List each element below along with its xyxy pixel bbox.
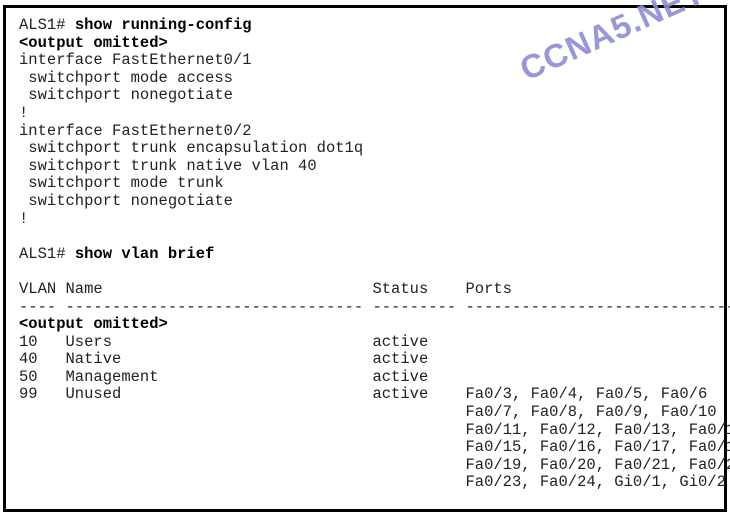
output-text: ---- -------------------------------- --… <box>19 297 730 316</box>
output-text: Fa0/15, Fa0/16, Fa0/17, Fa0/18 <box>19 438 730 457</box>
output-text: ! <box>19 209 29 228</box>
terminal-line: 40 Native active <box>19 350 730 369</box>
terminal-line: Fa0/11, Fa0/12, Fa0/13, Fa0/14 <box>19 420 730 440</box>
output-text: interface FastEthernet0/1 <box>19 51 252 70</box>
output-text: Fa0/23, Fa0/24, Gi0/1, Gi0/2 <box>19 473 726 492</box>
command-text: show running-config <box>74 16 252 34</box>
terminal-line: 50 Management active <box>19 367 730 387</box>
terminal-line: switchport trunk native vlan 40 <box>19 156 730 176</box>
output-text: switchport nonegotiate <box>19 191 233 210</box>
terminal-line: ---- -------------------------------- --… <box>19 297 730 317</box>
terminal-line: switchport mode trunk <box>19 175 730 193</box>
terminal-line: switchport nonegotiate <box>19 87 730 105</box>
terminal-line: switchport trunk encapsulation dot1q <box>19 139 730 158</box>
terminal-line: Fa0/23, Fa0/24, Gi0/1, Gi0/2 <box>19 474 730 492</box>
terminal-line: Fa0/7, Fa0/8, Fa0/9, Fa0/10 <box>19 403 730 422</box>
terminal-line: ! <box>19 103 730 123</box>
output-text: Fa0/19, Fa0/20, Fa0/21, Fa0/22 <box>19 455 730 474</box>
output-text: switchport nonegotiate <box>19 86 233 105</box>
output-text: switchport mode access <box>19 68 233 87</box>
output-text: Fa0/7, Fa0/8, Fa0/9, Fa0/10 <box>19 403 717 422</box>
output-text: VLAN Name Status Ports <box>19 279 512 298</box>
output-text: ! <box>19 103 29 122</box>
terminal-line: 99 Unused active Fa0/3, Fa0/4, Fa0/5, Fa… <box>19 386 730 404</box>
terminal-line: VLAN Name Status Ports <box>19 279 730 299</box>
output-text: 40 Native active <box>19 350 429 369</box>
output-text: ALS1# <box>19 16 75 34</box>
terminal-line: interface FastEthernet0/2 <box>19 121 730 141</box>
output-text: 10 Users active <box>19 332 429 351</box>
command-text: <output omitted> <box>19 315 168 334</box>
terminal-line: switchport mode access <box>19 68 730 88</box>
terminal-line: switchport nonegotiate <box>19 191 730 211</box>
terminal-line: ! <box>19 209 730 229</box>
terminal-output: ALS1# show running-config <output omitted… <box>19 16 730 492</box>
terminal-output-frame: ALS1# show running-config <output omitted… <box>3 5 730 512</box>
command-text: <output omitted> <box>19 33 168 52</box>
output-text: switchport trunk encapsulation dot1q <box>19 139 364 158</box>
output-text: switchport mode trunk <box>19 174 224 193</box>
command-text: show vlan brief <box>74 244 215 263</box>
output-text: 50 Management active <box>19 367 429 386</box>
terminal-line: Fa0/19, Fa0/20, Fa0/21, Fa0/22 <box>19 455 730 475</box>
output-text: Fa0/11, Fa0/12, Fa0/13, Fa0/14 <box>19 420 730 439</box>
terminal-line: Fa0/15, Fa0/16, Fa0/17, Fa0/18 <box>19 438 730 457</box>
output-text: switchport trunk native vlan 40 <box>19 156 317 175</box>
terminal-line: interface FastEthernet0/1 <box>19 51 730 70</box>
output-text: interface FastEthernet0/2 <box>19 121 252 140</box>
terminal-line: <output omitted> <box>19 315 730 334</box>
terminal-line: 10 Users active <box>19 332 730 352</box>
output-text: 99 Unused active Fa0/3, Fa0/4, Fa0/5, Fa… <box>19 385 708 404</box>
output-text: ALS1# <box>19 244 75 263</box>
terminal-line: ALS1# show vlan brief <box>19 244 730 264</box>
